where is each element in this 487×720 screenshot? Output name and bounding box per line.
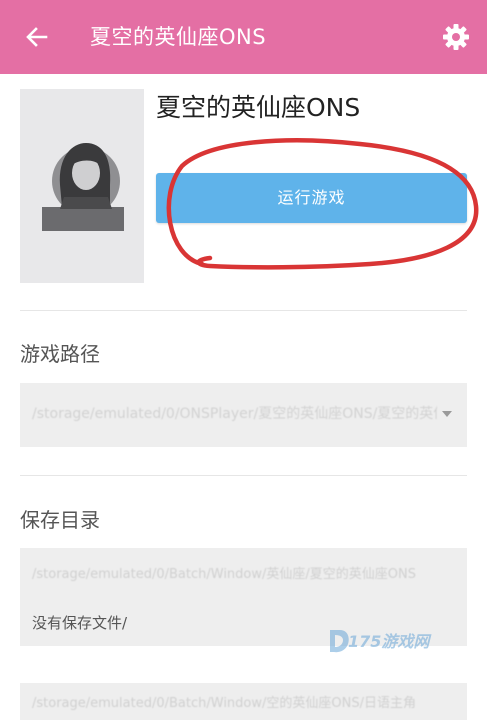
save-path: /storage/emulated/0/Batch/Window/英仙座/夏空的… (32, 567, 416, 582)
save-directory-label: 保存目录 (20, 508, 100, 532)
gear-icon[interactable] (440, 21, 472, 53)
run-game-button[interactable]: 运行游戏 (156, 173, 467, 223)
game-path-select[interactable]: /storage/emulated/0/ONSPlayer/夏空的英仙座ONS/… (20, 383, 467, 447)
character-silhouette (42, 143, 124, 231)
save-path-2: /storage/emulated/0/Batch/Window/空的英仙座ON… (32, 696, 416, 711)
save-directory-box-2[interactable]: /storage/emulated/0/Batch/Window/空的英仙座ON… (20, 683, 467, 720)
save-status-text: 没有保存文件/ (32, 614, 128, 632)
arrow-back-icon[interactable] (22, 22, 52, 52)
divider (20, 475, 467, 476)
watermark: 175游戏网 (326, 624, 456, 664)
divider (20, 310, 467, 311)
app-bar: 夏空的英仙座ONS (0, 0, 487, 74)
app-bar-title: 夏空的英仙座ONS (90, 25, 267, 49)
game-cover-image (20, 89, 144, 283)
dropdown-arrow-icon (442, 411, 452, 417)
game-path-label: 游戏路径 (20, 342, 100, 366)
watermark-text: 175游戏网 (348, 632, 430, 651)
game-path-value: /storage/emulated/0/ONSPlayer/夏空的英仙座ONS/… (32, 406, 437, 422)
game-title: 夏空的英仙座ONS (156, 93, 361, 122)
